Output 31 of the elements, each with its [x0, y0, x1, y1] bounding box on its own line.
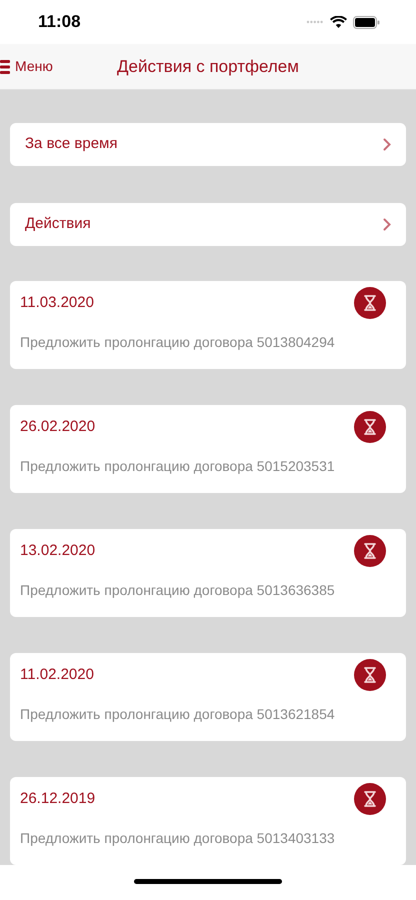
action-date: 26.02.2020 — [20, 416, 96, 437]
action-description: Предложить пролонгацию договора 5013804294 — [20, 333, 336, 352]
action-date: 26.12.2019 — [20, 788, 96, 809]
hourglass-icon — [354, 783, 386, 815]
action-card[interactable]: 11.03.2020 Предложить пролонгацию договора 5013804294 — [10, 281, 406, 369]
filter-row[interactable]: За все время — [10, 123, 406, 166]
battery-icon — [353, 16, 380, 28]
action-description: Предложить пролонгацию договора 5013403133 — [20, 829, 336, 848]
action-card[interactable]: 26.12.2019 Предложить пролонгацию договора 5013403133 — [10, 777, 406, 865]
hourglass-icon — [354, 659, 386, 691]
screen-title: Действия с портфелем — [117, 56, 299, 78]
menu-icon — [0, 60, 10, 74]
action-date: 13.02.2020 — [20, 540, 96, 561]
filter-row[interactable]: Действия — [10, 203, 406, 246]
action-card[interactable]: 13.02.2020 Предложить пролонгацию договора 5013636385 — [10, 529, 406, 617]
chevron-right-icon — [383, 138, 391, 151]
action-card[interactable]: 11.02.2020 Предложить пролонгацию договора 5013621854 — [10, 653, 406, 741]
signal-icon — [306, 20, 324, 24]
action-description: Предложить пролонгацию договора 5013621854 — [20, 705, 336, 724]
hourglass-icon — [354, 287, 386, 319]
action-date: 11.03.2020 — [20, 292, 94, 313]
wifi-icon — [330, 16, 347, 28]
menu-button[interactable]: Меню — [0, 56, 53, 77]
action-card[interactable]: 26.02.2020 Предложить пролонгацию договора 5015203531 — [10, 405, 406, 493]
chevron-right-icon — [383, 218, 391, 231]
status-time: 11:08 — [37, 11, 81, 34]
action-date: 11.02.2020 — [20, 664, 94, 685]
action-description: Предложить пролонгацию договора 5013636385 — [20, 581, 336, 600]
hourglass-icon — [354, 535, 386, 567]
hourglass-icon — [354, 411, 386, 443]
action-description: Предложить пролонгацию договора 5015203531 — [20, 457, 336, 476]
